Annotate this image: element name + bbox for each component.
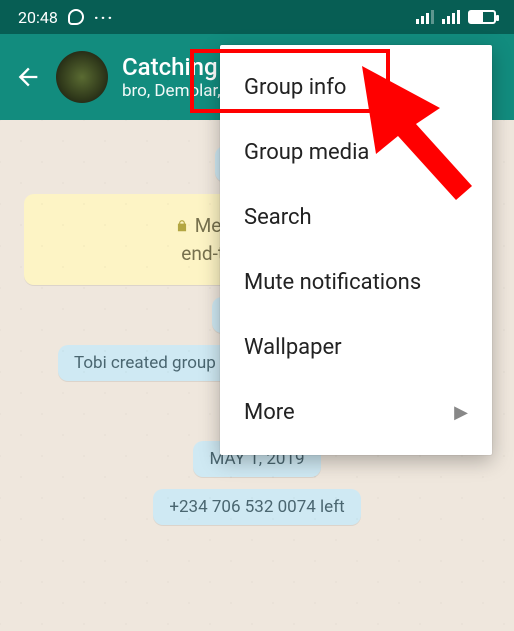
status-time: 20:48 xyxy=(18,8,58,27)
menu-label: Search xyxy=(244,205,312,230)
menu-label: More xyxy=(244,400,295,425)
menu-item-wallpaper[interactable]: Wallpaper xyxy=(220,315,492,380)
system-message: Tobi created group xyxy=(58,345,232,381)
menu-item-search[interactable]: Search xyxy=(220,185,492,250)
menu-label: Mute notifications xyxy=(244,270,421,295)
menu-label: Group info xyxy=(244,75,346,100)
group-avatar[interactable] xyxy=(56,51,108,103)
signal-icon-1 xyxy=(416,10,434,24)
lock-icon xyxy=(175,219,189,233)
menu-label: Wallpaper xyxy=(244,335,342,360)
menu-label: Group media xyxy=(244,140,369,165)
back-arrow-icon[interactable] xyxy=(14,63,42,91)
battery-icon xyxy=(468,10,496,24)
status-bar: 20:48 ··· xyxy=(0,0,514,34)
chevron-right-icon: ▶ xyxy=(454,402,468,423)
menu-item-group-info[interactable]: Group info xyxy=(220,55,492,120)
overflow-menu: Group info Group media Search Mute notif… xyxy=(220,45,492,455)
signal-icon-2 xyxy=(442,10,460,24)
system-message: +234 706 532 0074 left xyxy=(153,489,360,525)
menu-item-group-media[interactable]: Group media xyxy=(220,120,492,185)
menu-item-mute[interactable]: Mute notifications xyxy=(220,250,492,315)
status-more-icon: ··· xyxy=(94,8,114,27)
menu-item-more[interactable]: More ▶ xyxy=(220,380,492,445)
chat-bubble-icon xyxy=(68,9,84,25)
